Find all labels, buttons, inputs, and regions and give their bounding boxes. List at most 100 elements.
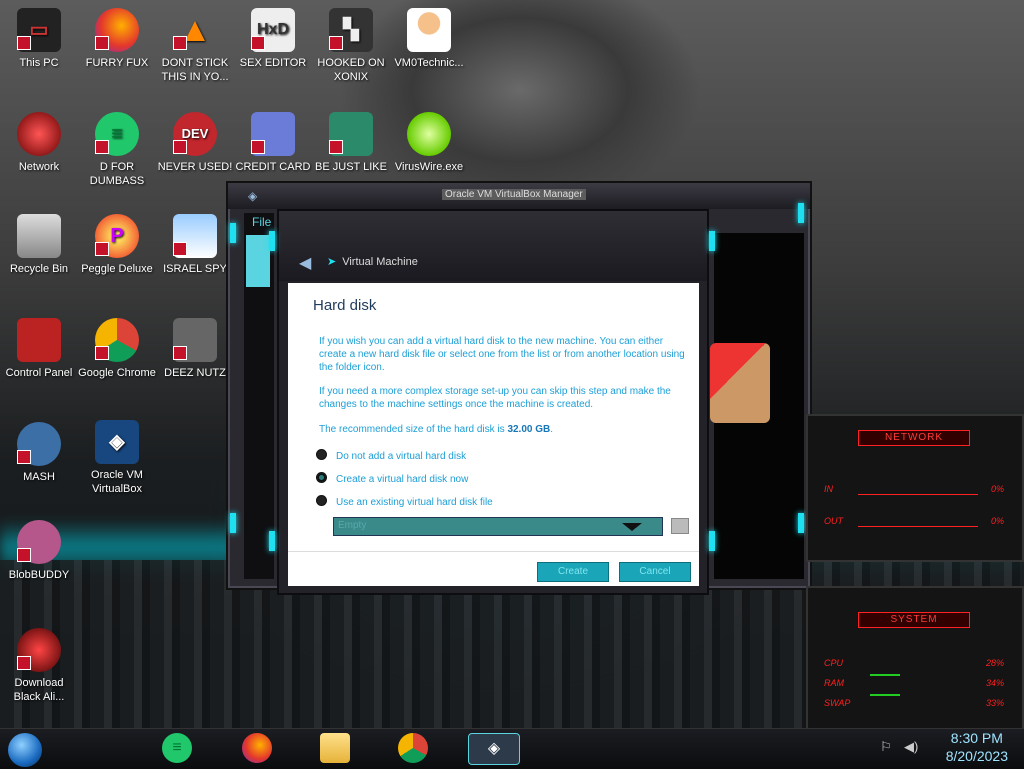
out-value: 0% [990,516,1004,526]
wizard-title: ➤ Virtual Machine [327,256,418,268]
dev-cpp-icon: DEV [173,112,217,156]
icon-label: FURRY FUX [85,57,149,69]
file-explorer-icon[interactable] [320,733,350,763]
virtualbox-logo-icon: ◈ [248,189,258,203]
vm-list-panel[interactable]: File [244,213,274,579]
virtualbox-taskbar-icon[interactable]: ◈ [468,733,520,765]
chevron-down-icon[interactable] [622,523,642,531]
system-widget: SYSTEM CPU 28% RAM 34% SWAP 33% [806,586,1024,730]
desktop-icon-dont-stick[interactable]: ▲ DONT STICK THIS IN YO... [156,8,234,84]
volume-icon[interactable]: ◀) [904,739,918,755]
recycle-bin-icon [17,214,61,258]
red-orb-icon [17,628,61,672]
green-d-icon: ≡ [95,112,139,156]
vlc-cone-icon: ▲ [173,8,217,52]
create-vm-wizard[interactable]: ◀ ➤ Virtual Machine Hard disk If you wish… [269,209,715,595]
desktop-icon-furry-fux[interactable]: FURRY FUX [78,8,156,70]
radio-button-selected[interactable] [316,472,327,483]
virtualbox-icon: ◈ [95,420,139,464]
desktop-icon-this-pc[interactable]: ▭ This PC [0,8,78,70]
icon-label: MASH [23,471,55,483]
folder-icon[interactable] [671,518,689,534]
desktop-icon-d-for[interactable]: ≡ D FOR DUMBASS [78,112,156,188]
peggle-icon: P [95,214,139,258]
wizard-footer: Create Cancel [288,551,699,586]
desktop-icon-sex-editor[interactable]: HxD SEX EDITOR [234,8,312,70]
desktop-icon-deez-nutz[interactable]: DEEZ NUTZ [156,318,234,380]
system-widget-title: SYSTEM [858,612,970,628]
firefox-icon [95,8,139,52]
control-panel-icon [17,318,61,362]
icon-label: D FOR DUMBASS [89,161,145,187]
desktop-icon-control-panel[interactable]: Control Panel [0,318,78,380]
desktop-icon-credit-card[interactable]: CREDIT CARD ... [234,112,312,188]
wizard-header: ◀ ➤ Virtual Machine [279,211,707,281]
chrome-icon [95,318,139,362]
details-panel [710,233,804,579]
icon-label: VirusWire.exe [394,161,464,173]
network-widget-title: NETWORK [858,430,970,446]
desktop-icon-chrome[interactable]: Google Chrome [78,318,156,380]
menu-file[interactable]: File [252,215,271,229]
radio-button[interactable] [316,449,327,460]
icon-label: Control Panel [5,367,73,379]
out-graph [858,526,978,527]
desktop-icon-be-just-like[interactable]: BE JUST LIKE ... [312,112,390,188]
desktop-icon-virtualbox[interactable]: ◈ Oracle VM VirtualBox [78,420,156,496]
green-d-icon[interactable]: ≡ [162,733,192,763]
credit-card-icon [251,112,295,156]
icon-label: DONT STICK THIS IN YO... [161,57,229,83]
desktop-icon-israel-spy[interactable]: ISRAEL SPY [156,214,234,276]
icon-label: Recycle Bin [9,263,69,275]
recommended-size-text: The recommended size of the hard disk is… [319,424,554,435]
desktop-icon-network[interactable]: Network [0,112,78,174]
in-value: 0% [990,484,1004,494]
icon-label: This PC [19,57,59,69]
desktop-icon-blobbuddy[interactable]: BlobBUDDY [0,520,78,582]
back-arrow-icon[interactable]: ◀ [299,253,311,273]
window-titlebar[interactable]: ◈ Oracle VM VirtualBox Manager [228,183,810,209]
frame-accent [230,513,236,533]
icon-label: Google Chrome [78,367,156,379]
ram-value: 34% [985,678,1004,688]
disk-file-combobox[interactable]: Empty [333,517,663,536]
cpu-value: 28% [985,658,1004,668]
monitor-icon: ▭ [17,8,61,52]
cancel-button[interactable]: Cancel [619,562,691,582]
start-orb-icon[interactable] [8,733,42,767]
icon-label: Download Black Ali... [13,677,65,703]
icon-label: ISRAEL SPY [163,263,227,275]
desktop-icon-never-used[interactable]: DEV NEVER USED! [156,112,234,174]
network-tray-icon[interactable]: ⚐ [880,739,892,755]
create-button[interactable]: Create [537,562,609,582]
desktop-icon-mash[interactable]: MASH [0,422,78,484]
xonix-icon: ▚ [329,8,373,52]
frame-accent [798,203,804,223]
swap-bar [870,694,900,696]
vm-list-selection[interactable] [246,235,270,287]
chrome-icon[interactable] [398,733,428,763]
frame-accent [269,531,275,551]
frame-accent [798,513,804,533]
radio-no-disk[interactable]: Do not add a virtual hard disk [316,449,466,462]
frame-accent [709,231,715,251]
taskbar: ≡ ◈ ⚐ ◀) 8:30 PM 8/20/2023 [0,728,1024,769]
desktop-icon-download-black[interactable]: Download Black Ali... [0,628,78,704]
desktop-icon-peggle[interactable]: P Peggle Deluxe [78,214,156,276]
icon-label: HOOKED ON XONIX [317,57,385,83]
radio-existing-disk[interactable]: Use an existing virtual hard disk file [316,495,493,508]
desktop-icon-viruswire[interactable]: VirusWire.exe [390,112,468,174]
radio-button[interactable] [316,495,327,506]
frame-accent [230,223,236,243]
storage-text: If you need a more complex storage set-u… [319,386,671,410]
icon-label: NEVER USED! [157,161,233,173]
desktop-icon-hooked-xonix[interactable]: ▚ HOOKED ON XONIX [312,8,390,84]
icon-label: Oracle VM VirtualBox [91,469,143,495]
icon-label: SEX EDITOR [239,57,307,69]
desktop-icon-recycle-bin[interactable]: Recycle Bin [0,214,78,276]
firefox-icon[interactable] [242,733,272,763]
desktop-icon-vm0technic[interactable]: VM0Technic... [390,8,468,70]
system-clock[interactable]: 8:30 PM 8/20/2023 [946,729,1008,765]
radio-create-disk[interactable]: Create a virtual hard disk now [316,472,468,485]
wizard-content: Hard disk If you wish you can add a virt… [288,283,699,551]
